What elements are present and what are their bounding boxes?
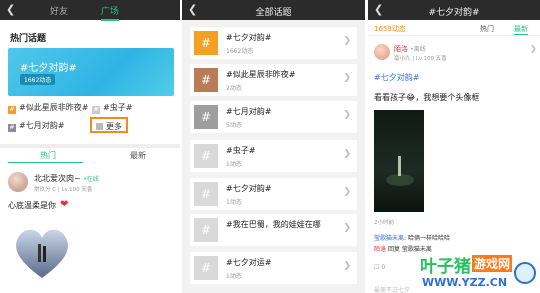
topic-row[interactable]: # #我在巴蜀，我的娃娃在哪 ❯ [190,214,357,246]
heart-icon: ❤ [60,199,69,210]
watermark-logo-icon [514,262,536,284]
chevron-right-icon: ❯ [343,261,351,271]
post-text: 心底温柔是你 [8,201,56,210]
chevron-right-icon[interactable]: ❯ [530,44,537,53]
page-title: #七夕对韵# [428,8,480,18]
hash-icon: # [194,144,218,168]
post-author[interactable]: 陌洛 •离线 [394,44,426,54]
hash-icon: # [8,124,16,132]
site-watermark: 叶子猪 游戏网 WWW.YZZ.CN [420,252,538,293]
post-text: 看看孩子😂，我想要个头像框 [374,93,480,102]
avatar[interactable] [8,172,28,192]
post-image[interactable] [12,222,72,282]
tab-hot[interactable]: 热门 [480,24,494,34]
tab-latest[interactable]: 最新 [130,150,146,161]
chevron-right-icon: ❯ [343,36,351,46]
more-button[interactable]: 更多 [90,117,128,133]
top-bar: ❮ #七夕对韵# [368,0,540,20]
top-tabs: 好友 广场 [50,4,149,21]
watermark-sub: 游戏网 [472,255,513,272]
chevron-right-icon: ❯ [343,149,351,159]
grid-icon [96,123,103,130]
topic-bar: 1659动态 热门 最新 [368,20,540,36]
comment-icon: ☐ [374,264,380,271]
tab-friends[interactable]: 好友 [50,4,68,17]
topic-row[interactable]: # #七夕对韵# 1动态 ❯ [190,178,357,210]
tab-hot[interactable]: 热门 [40,150,56,161]
tag-item[interactable]: # #似此星辰非昨夜# [8,102,88,114]
tag-item[interactable]: # #虫子# [92,102,132,114]
post-time: 2小时前 [374,220,394,226]
post-image[interactable] [374,110,424,212]
figure-icon [386,156,414,186]
all-topics-panel: ❮ 全部话题 # #七夕对韵# 1662动态 ❯ # #似此星辰非昨夜# 2动态… [182,0,365,293]
hash-icon: # [194,218,218,242]
top-bar: ❮ 好友 广场 [0,0,180,21]
banner-title: #七夕对韵# [20,63,77,74]
topic-row[interactable]: # #七夕对运# 1动态 ❯ [190,252,357,284]
chevron-right-icon: ❯ [343,110,351,120]
tag-item[interactable]: # #七月对韵# [8,120,64,132]
hot-topics-title: 热门话题 [10,34,47,44]
topic-row[interactable]: # #似此星辰非昨夜# 2动态 ❯ [190,64,357,96]
chevron-right-icon: ❯ [343,73,351,83]
hash-icon: # [194,256,218,280]
hash-icon: # [194,182,218,206]
comment-count[interactable]: ☐ 0 [374,264,385,271]
post-meta: 常玖分 C | Lv.100 天香 [34,187,93,193]
avatar[interactable] [374,44,390,60]
next-post-preview: 最美不过七夕 [374,287,411,293]
hash-icon: # [92,106,100,114]
square-panel: ❮ 好友 广场 热门话题 #七夕对韵# 1662动态 # #似此星辰非昨夜# # #… [0,0,180,293]
page-title: 全部话题 [255,8,292,18]
back-icon[interactable]: ❮ [6,3,15,16]
tab-square[interactable]: 广场 [100,4,119,21]
topic-row[interactable]: # #虫子# 1动态 ❯ [190,140,357,172]
hash-icon: # [194,68,218,92]
post-meta: 毫小九 | Lv.100 五香 [394,56,447,62]
post-count: 1659动态 [374,25,406,33]
hash-icon: # [194,105,218,129]
banner-count: 1662动态 [20,74,56,85]
feed-tabs: 热门 最新 [0,144,180,163]
topic-detail-panel: ❮ #七夕对韵# 1659动态 热门 最新 陌洛 •离线 毫小九 | Lv.10… [368,0,540,293]
tab-indicator [8,162,83,163]
hash-icon: # [8,106,16,114]
chevron-right-icon: ❯ [343,187,351,197]
watermark-url: WWW.YZZ.CN [422,276,508,289]
topic-row[interactable]: # #七月对韵# 5动态 ❯ [190,101,357,133]
watermark-name: 叶子猪 [420,257,471,277]
topic-banner[interactable]: #七夕对韵# 1662动态 [8,48,174,96]
post-author[interactable]: 北北爱次肉~ •在线 [34,173,99,184]
chevron-right-icon: ❯ [343,223,351,233]
top-bar: ❮ 全部话题 [182,0,365,20]
comment-item[interactable]: 莹歌猫未离: 哈俩一样哈哈哈 [374,233,450,242]
hash-icon: # [194,31,218,55]
post-topic-tag[interactable]: #七夕对韵# [374,72,419,83]
topic-row[interactable]: # #七夕对韵# 1662动态 ❯ [190,27,357,59]
tab-latest[interactable]: 最新 [514,24,528,35]
